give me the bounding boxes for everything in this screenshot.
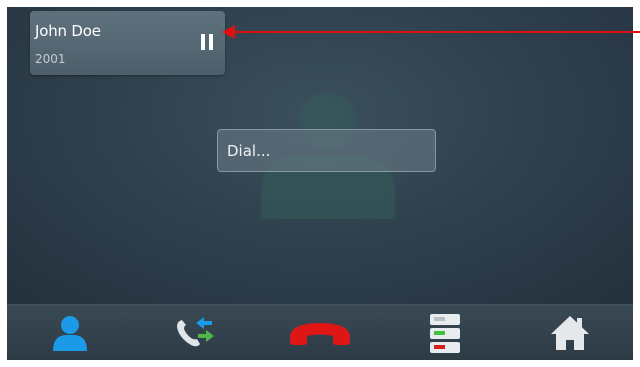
transfer-button[interactable]: [132, 305, 257, 360]
call-transfer-icon: [176, 317, 214, 347]
annotation-arrow: [222, 25, 640, 39]
bottom-navigation-bar: [7, 304, 633, 360]
caller-name: John Doe: [35, 22, 101, 40]
dial-input[interactable]: Dial...: [217, 129, 436, 172]
home-icon: [550, 316, 589, 350]
line-status-button[interactable]: [382, 305, 507, 360]
person-icon: [52, 316, 87, 351]
hang-up-button[interactable]: [257, 305, 382, 360]
line-status-icon: [429, 314, 460, 353]
caller-number: 2001: [35, 52, 66, 66]
contacts-button[interactable]: [7, 305, 132, 360]
hang-up-icon: [289, 323, 350, 345]
home-button[interactable]: [507, 305, 632, 360]
pause-icon[interactable]: [201, 34, 215, 50]
dial-placeholder: Dial...: [227, 142, 271, 160]
active-call-card[interactable]: John Doe 2001: [30, 11, 225, 75]
phone-screen: John Doe 2001 Dial...: [7, 7, 633, 360]
